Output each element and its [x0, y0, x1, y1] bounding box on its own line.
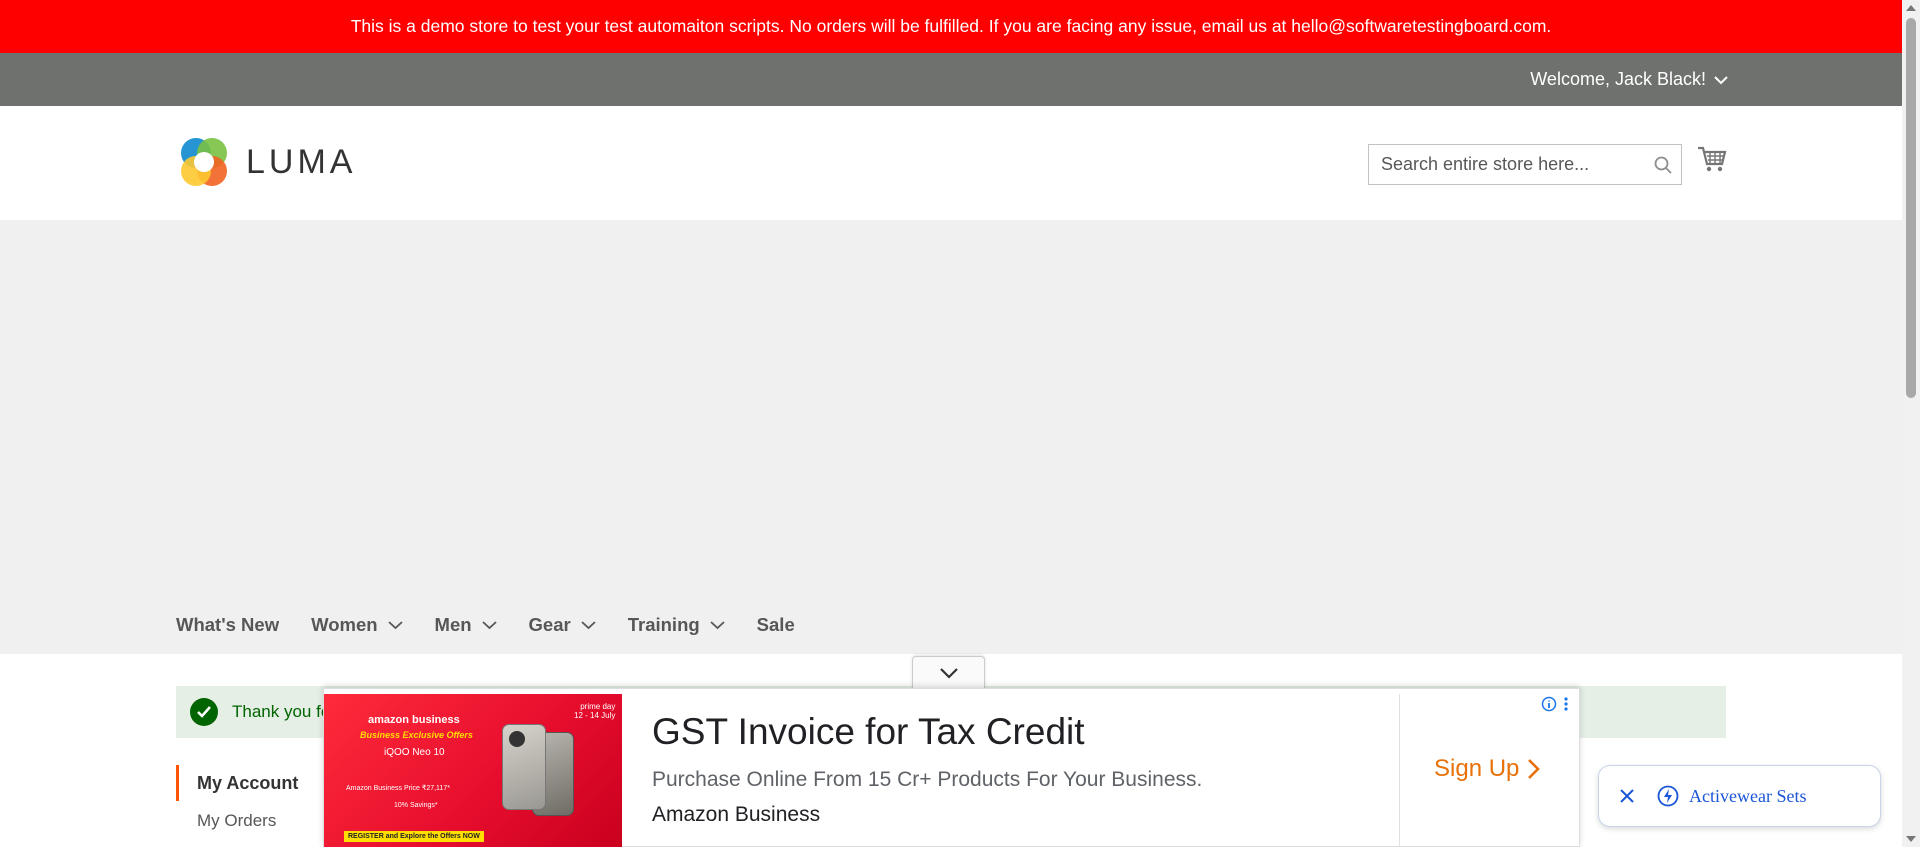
- logo-link[interactable]: LUMA: [176, 133, 356, 191]
- nav-item-women[interactable]: Women: [311, 614, 403, 636]
- chevron-down-icon: [581, 621, 596, 630]
- nav-item-gear[interactable]: Gear: [529, 614, 596, 636]
- logo-text: LUMA: [246, 142, 357, 181]
- nav-item-sale[interactable]: Sale: [757, 614, 795, 636]
- account-navigation: My Account My Orders: [176, 765, 326, 831]
- search-box: [1368, 144, 1682, 185]
- close-icon[interactable]: [1619, 788, 1635, 804]
- search-icon[interactable]: [1645, 147, 1681, 183]
- account-nav-title: My Account: [197, 772, 299, 793]
- demo-notice-text: This is a demo store to test your test a…: [350, 16, 1552, 36]
- cart-icon[interactable]: [1697, 144, 1727, 174]
- info-icon[interactable]: [1541, 696, 1557, 712]
- ad-image-savings: 10% Savings*: [394, 802, 438, 809]
- ad-image-register: REGISTER and Explore the Offers NOW: [344, 831, 484, 842]
- ad-image-tagline: Business Exclusive Offers: [360, 730, 473, 740]
- chevron-down-icon: [710, 621, 725, 630]
- account-nav-my-orders[interactable]: My Orders: [176, 811, 326, 831]
- ad-image-dates: 12 - 14 July: [574, 711, 616, 720]
- ad-image-price: Amazon Business Price ₹27,117*: [346, 785, 450, 792]
- ad-image-prime-day: prime day 12 - 14 July: [574, 702, 615, 720]
- nav-item-label: Sale: [756, 614, 795, 635]
- success-message-text: Thank you fo: [232, 702, 331, 721]
- luma-logo-icon: [181, 138, 227, 186]
- nav-item-training[interactable]: Training: [628, 614, 725, 636]
- chevron-down-icon: [1714, 75, 1728, 84]
- ad-cta-button[interactable]: Sign Up: [1434, 755, 1541, 783]
- scroll-down-arrow-icon[interactable]: [1906, 836, 1916, 842]
- ad-image-prime-label: prime day: [580, 702, 616, 711]
- hero-banner-placeholder: [0, 220, 1902, 654]
- more-options-icon[interactable]: [1563, 696, 1569, 712]
- nav-item-label: What's New: [176, 614, 280, 635]
- nav-item-label: Women: [311, 614, 378, 635]
- demo-notice-banner: This is a demo store to test your test a…: [0, 0, 1902, 53]
- ad-description: Purchase Online From 15 Cr+ Products For…: [652, 768, 1203, 791]
- nav-item-label: Gear: [528, 614, 571, 635]
- chevron-down-icon: [481, 621, 497, 630]
- nav-item-men[interactable]: Men: [435, 614, 497, 636]
- chip-link[interactable]: Activewear Sets: [1657, 785, 1806, 807]
- ad-cta-label: Sign Up: [1434, 755, 1520, 782]
- main-navigation: What's New Women Men Gear Training Sale: [176, 600, 827, 650]
- welcome-text: Welcome, Jack Black!: [1530, 69, 1706, 89]
- phone-image: [502, 724, 546, 810]
- ad-image[interactable]: amazon business Business Exclusive Offer…: [324, 694, 622, 847]
- nav-item-whats-new[interactable]: What's New: [176, 614, 279, 636]
- nav-item-label: Men: [434, 614, 472, 635]
- check-circle-icon: [190, 698, 218, 726]
- chevron-down-icon: [387, 621, 403, 630]
- scroll-up-arrow-icon[interactable]: [1906, 5, 1916, 11]
- ad-image-brand: amazon business: [368, 714, 460, 726]
- ad-image-product: iQOO Neo 10: [384, 747, 445, 758]
- top-bar: Welcome, Jack Black!: [0, 53, 1902, 106]
- ad-headline[interactable]: GST Invoice for Tax Credit: [652, 711, 1085, 753]
- ad-advertiser: Amazon Business: [652, 803, 821, 826]
- customer-menu-toggle[interactable]: Welcome, Jack Black!: [1530, 53, 1728, 106]
- anchor-ad[interactable]: amazon business Business Exclusive Offer…: [323, 688, 1580, 847]
- chevron-right-icon: [1528, 759, 1541, 779]
- ad-info: [1541, 696, 1569, 712]
- scrollbar-thumb[interactable]: [1906, 18, 1916, 398]
- page-header: LUMA: [0, 106, 1902, 220]
- nav-item-label: Training: [627, 614, 700, 635]
- chevron-down-icon: [939, 667, 958, 679]
- page-scrollbar[interactable]: [1902, 0, 1920, 847]
- search-input[interactable]: [1369, 145, 1645, 184]
- account-nav-current: My Account: [176, 765, 326, 801]
- ad-divider: [1399, 694, 1400, 847]
- ad-collapse-button[interactable]: [912, 656, 985, 688]
- chip-label: Activewear Sets: [1689, 785, 1807, 806]
- recommendation-chip: Activewear Sets: [1598, 765, 1881, 827]
- lightning-icon: [1657, 785, 1679, 807]
